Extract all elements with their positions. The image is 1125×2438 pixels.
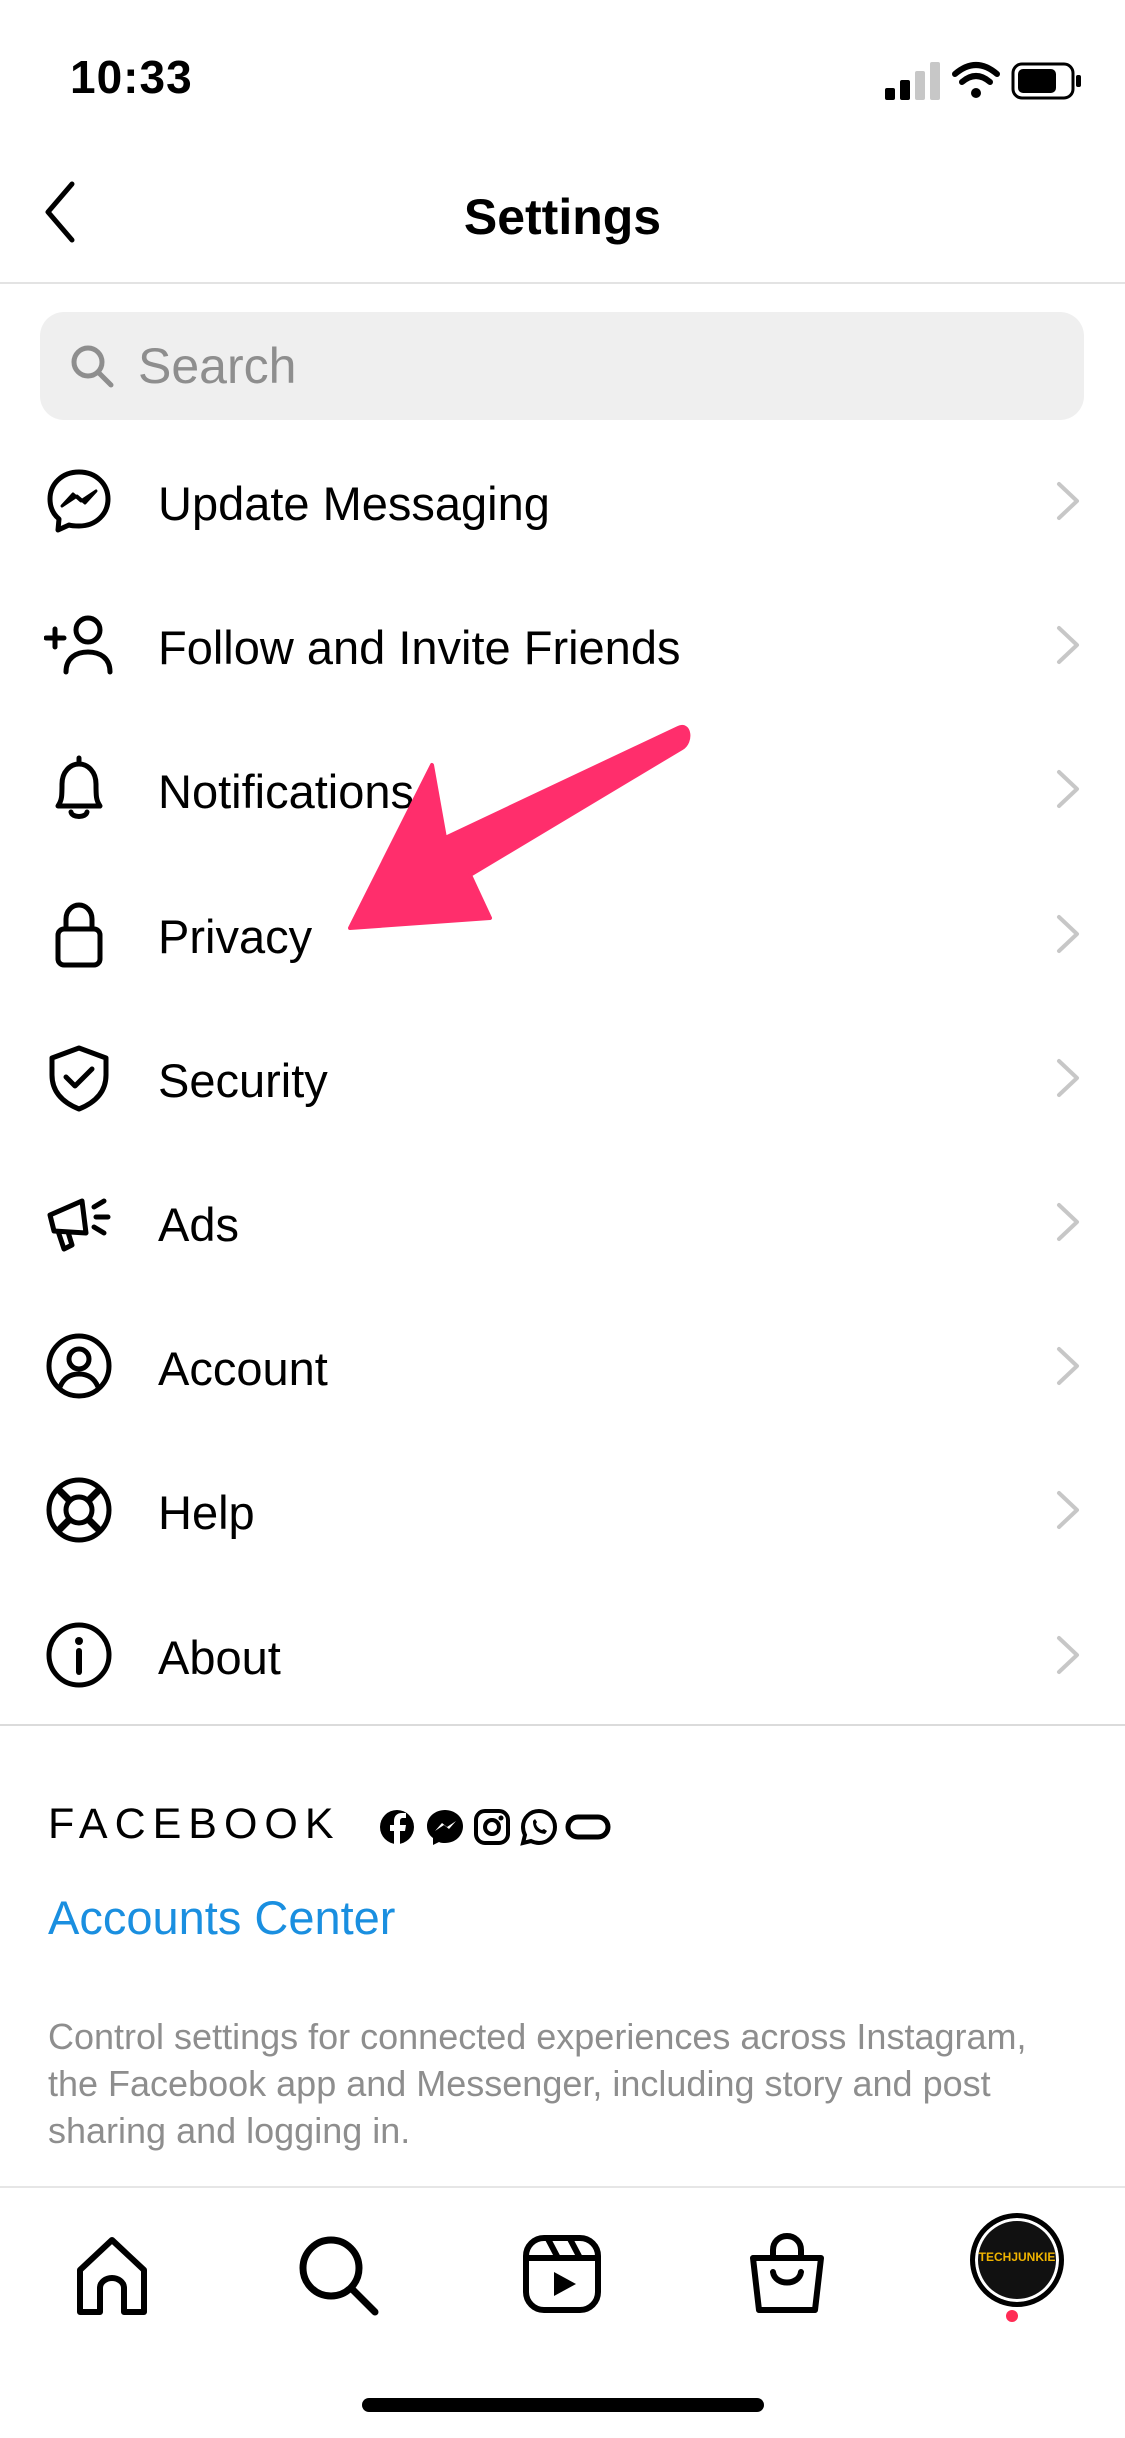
menu-item-about[interactable]: About: [0, 1582, 1125, 1726]
notification-dot: [1006, 2310, 1018, 2322]
add-person-icon: [44, 615, 113, 675]
menu-item-label: Update Messaging: [158, 477, 550, 530]
section-divider: [0, 1724, 1125, 1726]
menu-item-label: Ads: [158, 1197, 239, 1251]
shop-icon[interactable]: [737, 2224, 837, 2324]
home-icon[interactable]: [62, 2224, 162, 2324]
reels-icon[interactable]: [512, 2224, 612, 2324]
menu-item-label: Account: [158, 1342, 328, 1396]
chevron-right-icon: [1057, 770, 1079, 809]
menu-item-update-messaging[interactable]: Update Messaging: [0, 428, 1125, 572]
wifi-icon: [952, 62, 1000, 98]
menu-item-label: About: [158, 1630, 281, 1684]
shield-check-icon: [49, 1045, 109, 1112]
chevron-right-icon: [1057, 1058, 1079, 1097]
menu-item-help[interactable]: Help: [0, 1437, 1125, 1581]
messenger-icon: [47, 469, 111, 533]
menu-item-notifications[interactable]: Notifications: [0, 716, 1125, 860]
facebook-icon: [380, 1810, 414, 1844]
menu-item-ads[interactable]: Ads: [0, 1149, 1125, 1293]
menu-item-label: Security: [158, 1053, 328, 1107]
search-bar[interactable]: [40, 312, 1084, 420]
megaphone-icon: [47, 1198, 111, 1252]
instagram-icon: [474, 1809, 510, 1845]
battery-icon: [1011, 62, 1081, 100]
whatsapp-icon: [520, 1808, 558, 1846]
facebook-wordmark: FACEBOOK: [48, 1800, 341, 1848]
status-bar: 10:33: [0, 0, 1125, 150]
info-icon: [46, 1622, 112, 1687]
user-circle-icon: [46, 1333, 112, 1399]
menu-item-security[interactable]: Security: [0, 1005, 1125, 1149]
lock-icon: [55, 902, 103, 968]
chevron-right-icon: [1057, 1347, 1079, 1386]
menu-item-privacy[interactable]: Privacy: [0, 861, 1125, 1005]
menu-item-follow-invite[interactable]: Follow and Invite Friends: [0, 572, 1125, 716]
search-icon: [71, 345, 114, 388]
cellular-signal-icon: [885, 62, 940, 100]
chevron-right-icon: [1057, 1491, 1079, 1530]
chevron-right-icon: [1057, 1635, 1079, 1674]
chevron-right-icon: [1057, 914, 1079, 953]
menu-item-label: Notifications: [158, 765, 414, 819]
page-title: Settings: [463, 189, 662, 245]
status-icons: [885, 62, 1081, 100]
chevron-right-icon: [1057, 626, 1079, 665]
oculus-icon: [565, 1814, 611, 1840]
menu-item-label: Follow and Invite Friends: [158, 621, 681, 675]
status-time: 10:33: [70, 51, 193, 103]
header: Settings: [0, 150, 1125, 284]
search-icon[interactable]: [287, 2224, 387, 2324]
avatar-logo-text: TECHJUNKIE: [978, 2250, 1056, 2264]
messenger-icon: [427, 1810, 463, 1845]
bell-icon: [55, 755, 103, 820]
chevron-right-icon: [1057, 1202, 1079, 1241]
settings-menu: Update Messaging Follow and Invite Frien…: [0, 428, 1125, 1726]
menu-item-label: Privacy: [158, 909, 313, 963]
accounts-center-description: Control settings for connected experienc…: [48, 2016, 1027, 2151]
accounts-center-link[interactable]: Accounts Center: [48, 1890, 395, 1945]
home-indicator: [362, 2398, 764, 2412]
chevron-right-icon: [1057, 482, 1079, 520]
profile-avatar[interactable]: TECHJUNKIE: [970, 2213, 1064, 2307]
meta-apps-icons: [380, 1808, 611, 1846]
search-input[interactable]: [138, 330, 1038, 402]
lifebuoy-icon: [46, 1477, 112, 1543]
menu-item-account[interactable]: Account: [0, 1293, 1125, 1437]
menu-item-label: Help: [158, 1486, 255, 1540]
